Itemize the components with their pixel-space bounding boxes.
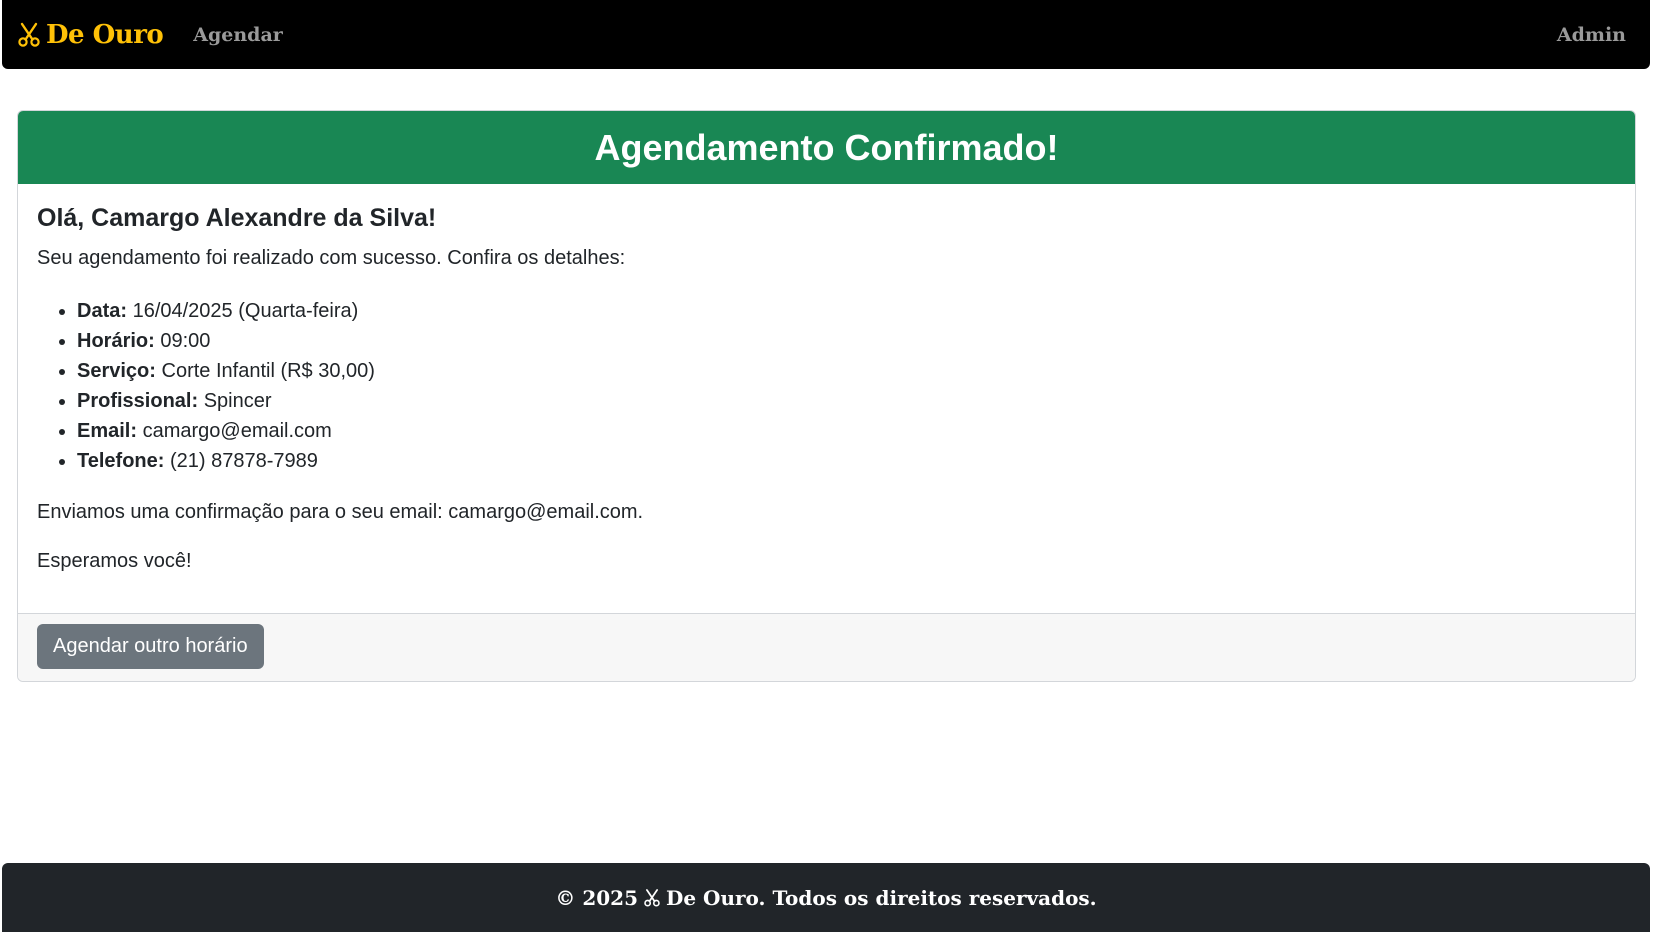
detail-label: Data:	[77, 300, 128, 322]
brand-link[interactable]: De Ouro	[18, 19, 164, 50]
detail-label: Email:	[77, 420, 138, 442]
detail-item-data: Data: 16/04/2025 (Quarta-feira)	[77, 296, 1616, 326]
detail-label: Horário:	[77, 330, 155, 352]
detail-item-email: Email: camargo@email.com	[77, 416, 1616, 446]
card-body: Olá, Camargo Alexandre da Silva! Seu age…	[18, 184, 1635, 613]
page-footer: © 2025 De Ouro. Todos os direitos reserv…	[2, 863, 1650, 932]
card-footer: Agendar outro horário	[18, 613, 1635, 681]
confirmation-card: Agendamento Confirmado! Olá, Camargo Ale…	[17, 110, 1636, 682]
scissors-icon	[18, 22, 40, 47]
footer-copyright: © 2025	[555, 885, 638, 910]
top-navbar: De Ouro Agendar Admin	[2, 0, 1650, 69]
detail-item-servico: Serviço: Corte Infantil (R$ 30,00)	[77, 356, 1616, 386]
nav-agendar-link[interactable]: Agendar	[193, 24, 283, 46]
detail-value: Corte Infantil (R$ 30,00)	[161, 360, 375, 382]
detail-value: 09:00	[160, 330, 211, 352]
footer-text: De Ouro. Todos os direitos reservados.	[666, 885, 1097, 910]
detail-item-horario: Horário: 09:00	[77, 326, 1616, 356]
intro-text: Seu agendamento foi realizado com sucess…	[37, 247, 626, 269]
detail-label: Profissional:	[77, 390, 199, 412]
brand-name: De Ouro	[46, 19, 164, 50]
detail-value: (21) 87878-7989	[169, 450, 318, 472]
closing-text: Esperamos você!	[37, 550, 192, 572]
detail-value: camargo@email.com	[142, 420, 332, 442]
greeting-heading: Olá, Camargo Alexandre da Silva!	[37, 204, 437, 232]
detail-item-telefone: Telefone: (21) 87878-7989	[77, 446, 1616, 476]
card-title: Agendamento Confirmado!	[594, 126, 1059, 168]
nav-admin-link[interactable]: Admin	[1557, 24, 1626, 46]
detail-value: Spincer	[203, 390, 272, 412]
appointment-details-list: Data: 16/04/2025 (Quarta-feira) Horário:…	[37, 296, 1616, 476]
card-header: Agendamento Confirmado!	[18, 111, 1635, 184]
detail-label: Telefone:	[77, 450, 165, 472]
scissors-icon	[644, 888, 660, 907]
detail-label: Serviço:	[77, 360, 156, 382]
schedule-another-button[interactable]: Agendar outro horário	[37, 624, 264, 669]
detail-value: 16/04/2025 (Quarta-feira)	[132, 300, 359, 322]
detail-item-profissional: Profissional: Spincer	[77, 386, 1616, 416]
confirmation-text: Enviamos uma confirmação para o seu emai…	[37, 501, 644, 523]
